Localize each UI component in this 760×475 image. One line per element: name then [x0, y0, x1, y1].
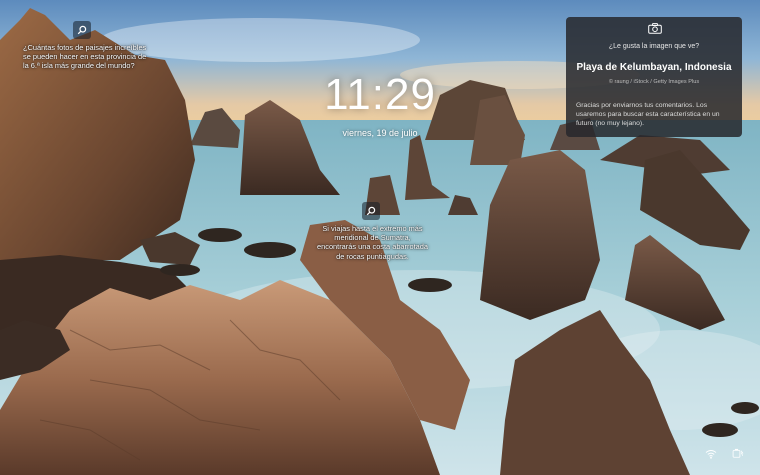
hint-text-top-left: ¿Cuántas fotos de paisajes increíbles se…: [23, 43, 147, 71]
hint-search-button[interactable]: [73, 21, 91, 39]
battery-icon[interactable]: [732, 448, 744, 458]
image-info-panel: ¿Le gusta la imagen que ve? Playa de Kel…: [566, 17, 742, 137]
search-icon: [366, 206, 376, 216]
wifi-icon[interactable]: [705, 449, 717, 459]
camera-icon: [648, 23, 662, 34]
hint-search-button-center[interactable]: [362, 202, 380, 220]
image-location-title[interactable]: Playa de Kelumbayan, Indonesia: [566, 62, 742, 73]
image-feedback-question: ¿Le gusta la imagen que ve?: [608, 43, 700, 50]
image-credit: © raung / iStock / Getty Images Plus: [608, 79, 700, 85]
feedback-thanks-text: Gracias por enviarnos tus comentarios. L…: [576, 102, 720, 127]
search-icon: [77, 25, 87, 35]
hint-text-center: Si viajas hasta el extremo más meridiona…: [317, 224, 428, 261]
